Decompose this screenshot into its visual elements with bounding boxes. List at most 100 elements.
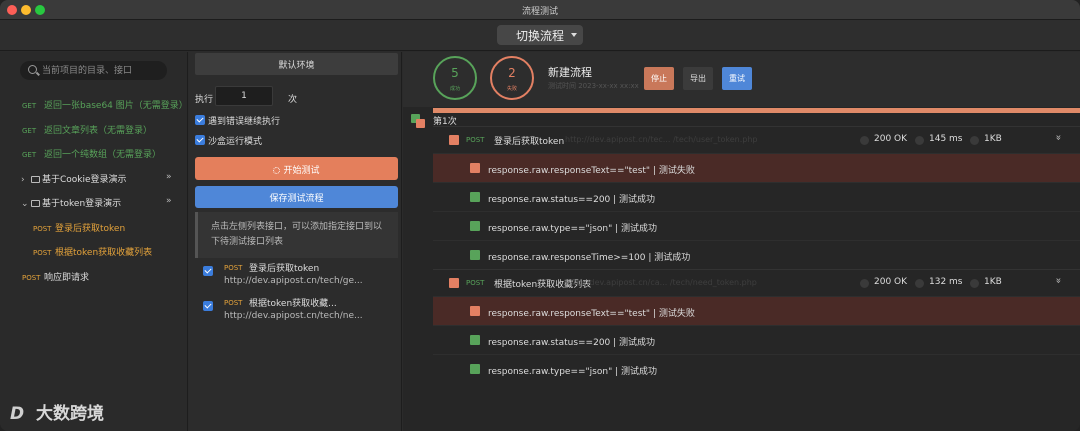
api-sidebar: GET 返回一张base64 图片（无需登录） GET 返回文章列表（无需登录） G… bbox=[0, 52, 188, 431]
assertion-row: response.raw.responseTime>=100 | 测试成功 bbox=[433, 240, 1080, 269]
assertion-row: response.raw.responseText=="test" | 测试失败 bbox=[433, 153, 1080, 182]
folder-label: 基于token登录演示 bbox=[42, 199, 122, 209]
chevron-right-icon: › bbox=[21, 175, 25, 185]
test-case-checkbox[interactable] bbox=[203, 266, 213, 276]
hint-text: 点击左侧列表接口，可以添加指定接口到以下待测试接口列表 bbox=[195, 212, 398, 258]
search-box[interactable] bbox=[20, 61, 167, 80]
size-icon bbox=[970, 136, 979, 145]
method-badge: GET bbox=[22, 151, 37, 159]
more-icon[interactable]: » bbox=[166, 172, 172, 182]
exec-unit: 次 bbox=[288, 95, 298, 105]
save-flow-button[interactable]: 保存测试流程 bbox=[195, 186, 398, 208]
status-dot-icon bbox=[860, 279, 869, 288]
loading-icon bbox=[273, 167, 281, 174]
sidebar-item-echo[interactable]: POST 响应即请求 bbox=[22, 270, 89, 286]
fail-status-icon bbox=[470, 163, 480, 173]
size-icon bbox=[970, 279, 979, 288]
response-time: 145 ms bbox=[929, 134, 963, 144]
method-badge: POST bbox=[224, 264, 243, 272]
folder-label: 基于Cookie登录演示 bbox=[42, 175, 127, 185]
test-case-url: http://dev.apipost.cn/tech/ne... bbox=[224, 311, 363, 321]
response-size: 1KB bbox=[984, 134, 1002, 144]
retest-button[interactable]: 重试 bbox=[722, 67, 752, 90]
assertion-row: response.raw.status==200 | 测试成功 bbox=[433, 182, 1080, 211]
start-test-button[interactable]: 开始测试 bbox=[195, 157, 398, 180]
folder-token-demo[interactable]: ⌄ 基于token登录演示 » bbox=[21, 196, 172, 212]
fail-count-circle: 2 失败 bbox=[490, 56, 534, 100]
method-badge: POST bbox=[33, 249, 52, 257]
results-summary: 5 成功 2 失败 新建流程 测试时间 2023-xx-xx xx:xx 停止 … bbox=[403, 52, 1080, 107]
pass-status-icon bbox=[470, 250, 480, 260]
pass-status-icon bbox=[470, 335, 480, 345]
search-icon bbox=[28, 65, 37, 74]
continue-on-error-label: 遇到错误继续执行 bbox=[208, 117, 281, 127]
sandbox-mode-checkbox[interactable] bbox=[195, 135, 205, 145]
expand-icon[interactable]: » bbox=[1053, 134, 1064, 140]
test-case-item[interactable]: POST 登录后获取token http://dev.apipost.cn/te… bbox=[195, 261, 398, 297]
assertion-text: response.raw.type=="json" | 测试成功 bbox=[488, 367, 657, 377]
test-case-item[interactable]: POST 根据token获取收藏... http://dev.apipost.c… bbox=[195, 296, 398, 332]
assertion-text: response.raw.status==200 | 测试成功 bbox=[488, 338, 656, 348]
sidebar-item-label: 登录后获取token bbox=[55, 224, 126, 234]
sandbox-mode-label: 沙盒运行模式 bbox=[208, 137, 263, 147]
window-title: 流程测试 bbox=[521, 7, 558, 17]
sidebar-item-articles[interactable]: GET 返回文章列表（无需登录） bbox=[22, 123, 152, 139]
folder-cookie-demo[interactable]: › 基于Cookie登录演示 » bbox=[21, 172, 172, 188]
assertion-text: response.raw.responseText=="test" | 测试失败 bbox=[488, 166, 695, 176]
sidebar-item-login-token[interactable]: POST 登录后获取token bbox=[33, 221, 125, 237]
assertion-text: response.raw.responseTime>=100 | 测试成功 bbox=[488, 253, 691, 263]
test-case-url: http://dev.apipost.cn/tech/ge... bbox=[224, 276, 363, 286]
progress-bar bbox=[433, 108, 1080, 113]
response-size: 1KB bbox=[984, 277, 1002, 287]
request-result-row[interactable]: POST 根据token获取收藏列表 http://dev.apipost.cn/c… bbox=[433, 269, 1080, 296]
sidebar-item-base64[interactable]: GET 返回一张base64 图片（无需登录） bbox=[22, 98, 188, 114]
chevron-down-icon bbox=[571, 33, 577, 37]
switch-flow-label: 切换流程 bbox=[516, 29, 565, 43]
continue-on-error-checkbox[interactable] bbox=[195, 115, 205, 125]
expand-icon[interactable]: » bbox=[1053, 277, 1064, 283]
sidebar-item-label: 返回文章列表（无需登录） bbox=[44, 126, 153, 136]
stop-button[interactable]: 停止 bbox=[644, 67, 674, 90]
test-config-panel: 默认环境 执行 次 遇到错误继续执行 沙盒运行模式 开始测试 保存测试流程 点击… bbox=[189, 52, 402, 431]
chevron-down-icon: ⌄ bbox=[21, 199, 29, 209]
fail-label: 失败 bbox=[506, 86, 517, 92]
pass-count: 5 bbox=[451, 66, 459, 80]
toolbar: 切换流程 bbox=[0, 20, 1080, 51]
search-input[interactable] bbox=[42, 63, 162, 78]
switch-flow-dropdown[interactable]: 切换流程 bbox=[497, 25, 583, 45]
folder-icon bbox=[31, 200, 40, 207]
sidebar-item-label: 返回一张base64 图片（无需登录） bbox=[44, 101, 188, 111]
method-badge: GET bbox=[22, 102, 37, 110]
assertion-row: response.raw.status==200 | 测试成功 bbox=[433, 325, 1080, 354]
request-url: http://dev.apipost.cn/ca... /tech/need_t… bbox=[565, 278, 757, 287]
clock-icon bbox=[915, 136, 924, 145]
more-icon[interactable]: » bbox=[166, 196, 172, 206]
environment-select[interactable]: 默认环境 bbox=[195, 53, 398, 75]
sidebar-item-label: 响应即请求 bbox=[44, 273, 90, 283]
sidebar-item-favorites[interactable]: POST 根据token获取收藏列表 bbox=[33, 245, 152, 261]
test-case-checkbox[interactable] bbox=[203, 301, 213, 311]
fail-status-icon bbox=[449, 278, 459, 288]
clock-icon bbox=[915, 279, 924, 288]
export-button[interactable]: 导出 bbox=[683, 67, 713, 90]
method-badge: POST bbox=[22, 274, 41, 282]
test-case-name: 登录后获取token bbox=[249, 264, 320, 274]
pass-status-icon bbox=[470, 364, 480, 374]
fail-count: 2 bbox=[508, 66, 516, 80]
exec-count-input[interactable] bbox=[215, 86, 273, 106]
test-case-name: 根据token获取收藏... bbox=[249, 299, 337, 309]
method-badge: POST bbox=[466, 279, 485, 287]
fail-status-icon bbox=[449, 135, 459, 145]
assertion-text: response.raw.responseText=="test" | 测试失败 bbox=[488, 309, 695, 319]
sidebar-item-array[interactable]: GET 返回一个纯数组（无需登录） bbox=[22, 147, 161, 163]
response-time: 132 ms bbox=[929, 277, 963, 287]
app-window: 流程测试 切换流程 GET 返回一张base64 图片（无需登录） GET 返回文章… bbox=[0, 0, 1080, 431]
round-icon bbox=[411, 114, 426, 129]
folder-icon bbox=[31, 176, 40, 183]
request-name: 登录后获取token bbox=[494, 137, 565, 147]
exec-label: 执行 bbox=[195, 95, 214, 105]
results-panel: 5 成功 2 失败 新建流程 测试时间 2023-xx-xx xx:xx 停止 … bbox=[403, 52, 1080, 431]
request-result-row[interactable]: POST 登录后获取token http://dev.apipost.cn/tec.… bbox=[433, 126, 1080, 153]
watermark-text: 大数跨境 bbox=[36, 404, 104, 424]
assertion-text: response.raw.status==200 | 测试成功 bbox=[488, 195, 656, 205]
